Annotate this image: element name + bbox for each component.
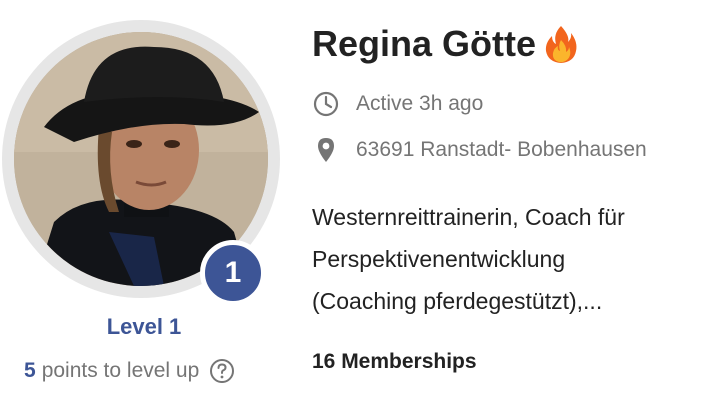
bio-line: Perspektivenentwicklung [312, 246, 566, 272]
bio-line: (Coaching pferdegestützt),... [312, 288, 603, 314]
avatar-frame: 1 [2, 20, 280, 306]
fire-icon [545, 26, 577, 63]
level-label: Level 1 [106, 314, 182, 339]
profile-header: Regina Götte [312, 20, 578, 68]
profile-name: Regina Götte [312, 23, 537, 64]
location-text: 63691 Ranstadt- Bobenhausen [356, 138, 647, 161]
profile-bio[interactable]: Westernreittrainerin, Coach für Perspekt… [312, 196, 712, 322]
points-count: 5 [24, 359, 36, 382]
points-text: points to level up [41, 359, 200, 382]
last-active: Active 3h ago [312, 88, 483, 120]
location-pin-icon [318, 138, 334, 162]
memberships-count[interactable]: 16 Memberships [312, 350, 477, 374]
last-active-text: Active 3h ago [356, 92, 484, 115]
location: 63691 Ranstadt- Bobenhausen [312, 134, 647, 166]
points-to-level-up: 5 points to level up [24, 355, 235, 387]
clock-icon [313, 91, 339, 117]
level-badge: 1 [200, 240, 266, 306]
bio-line: Westernreittrainerin, Coach für [312, 204, 625, 230]
help-icon[interactable] [209, 358, 235, 384]
